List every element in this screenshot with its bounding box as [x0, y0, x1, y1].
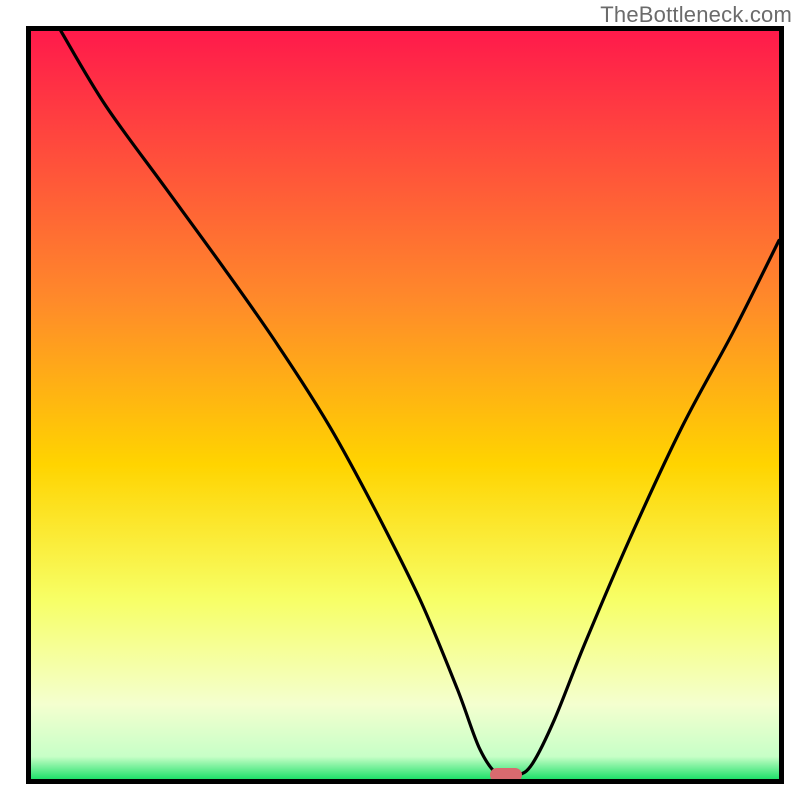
- chart-frame: TheBottleneck.com: [0, 0, 800, 800]
- bottleneck-curve: [31, 31, 779, 779]
- plot-area: [26, 26, 784, 784]
- watermark-text: TheBottleneck.com: [600, 2, 792, 28]
- minimum-marker: [490, 768, 522, 782]
